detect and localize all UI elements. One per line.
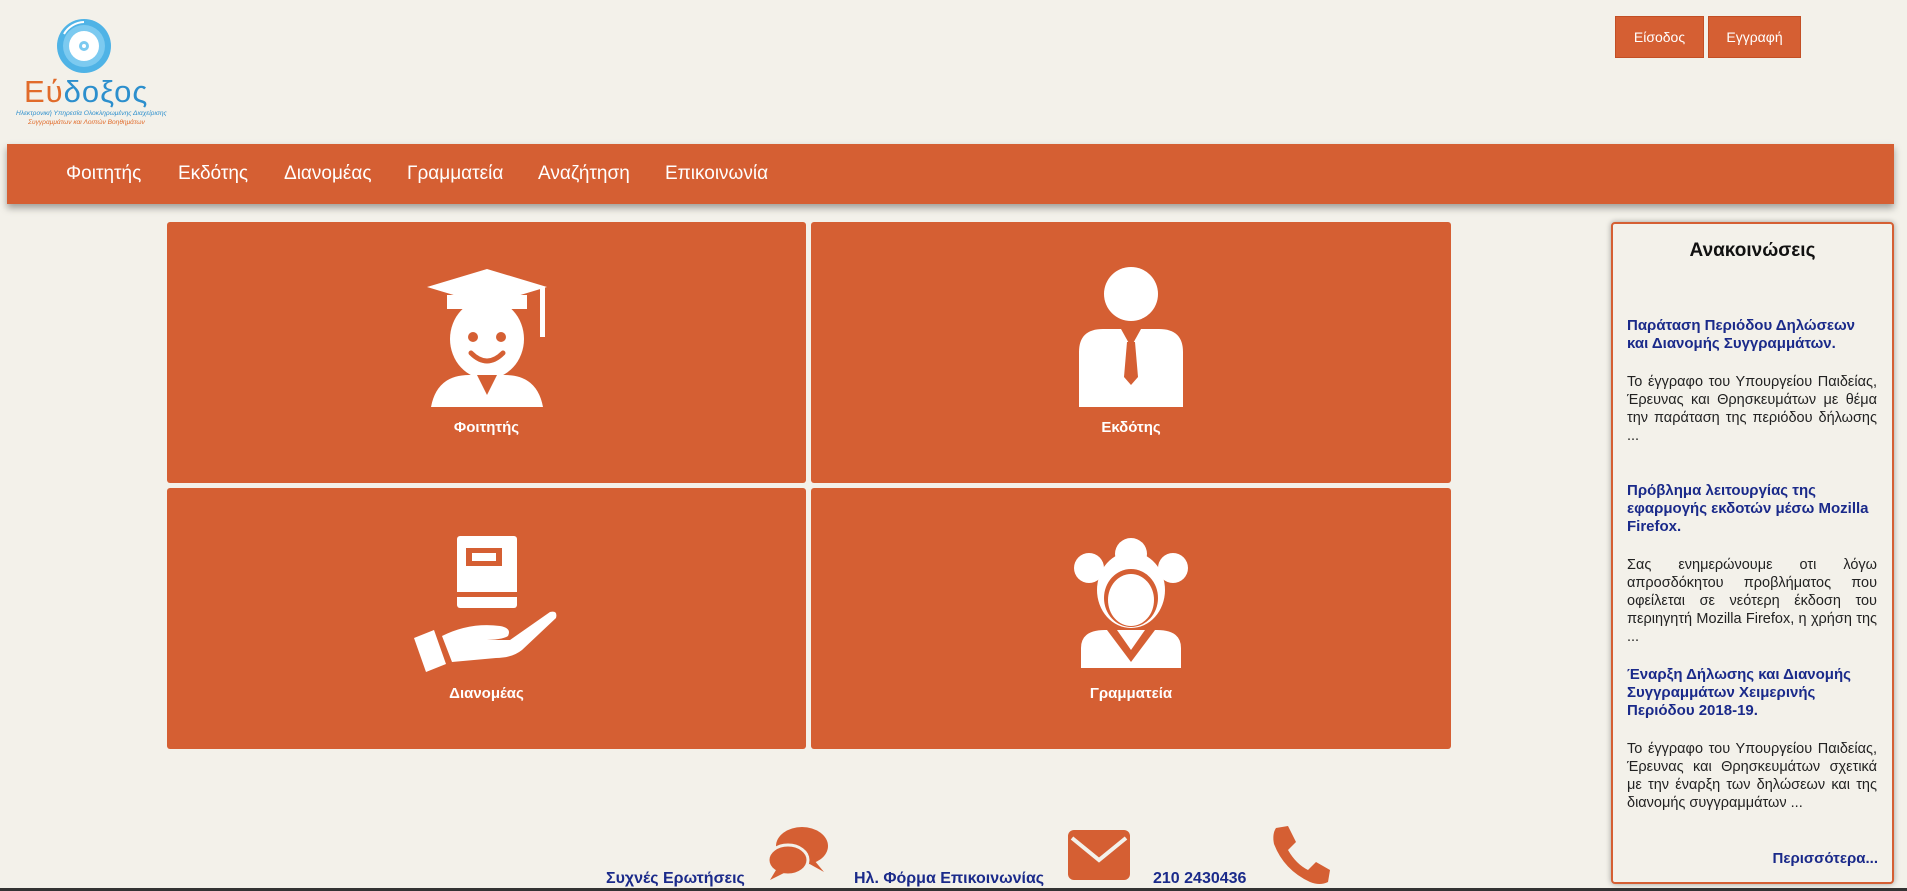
- tile-label: Διανομέας: [449, 685, 524, 702]
- announcements-panel: Ανακοινώσεις Παράταση Περιόδου Δηλώσεων …: [1611, 222, 1894, 884]
- login-button[interactable]: Είσοδος: [1615, 16, 1704, 58]
- announcement-body: Το έγγραφο του Υπουργείου Παιδείας, Έρευ…: [1627, 374, 1877, 444]
- phone-icon[interactable]: [1270, 824, 1332, 886]
- tile-label: Γραμματεία: [1089, 685, 1173, 702]
- more-announcements-link[interactable]: Περισσότερα...: [1773, 850, 1878, 867]
- tile-distributor[interactable]: Διανομέας: [167, 488, 806, 749]
- tile-publisher[interactable]: Εκδότης: [811, 222, 1451, 483]
- student-icon: [427, 269, 547, 407]
- nav-item-contact[interactable]: Επικοινωνία: [665, 144, 768, 204]
- chat-bubbles-icon[interactable]: [764, 826, 830, 882]
- nav-item-search[interactable]: Αναζήτηση: [538, 144, 630, 204]
- nav-item-secretariat[interactable]: Γραμματεία: [407, 144, 503, 204]
- secretariat-icon: [1074, 538, 1188, 668]
- announcement-headline[interactable]: Έναρξη Δήλωσης και Διανομής Συγγραμμάτων…: [1627, 666, 1877, 720]
- tile-student[interactable]: Φοιτητής: [167, 222, 806, 483]
- faq-link[interactable]: Συχνές Ερωτήσεις: [606, 870, 745, 888]
- contact-form-link[interactable]: Ηλ. Φόρμα Επικοινωνίας: [854, 870, 1044, 888]
- tile-secretariat[interactable]: Γραμματεία: [811, 488, 1451, 749]
- tile-label: Φοιτητής: [453, 419, 520, 436]
- announcement-headline[interactable]: Παράταση Περιόδου Δηλώσεων και Διανομής …: [1627, 317, 1877, 353]
- tile-label: Εκδότης: [1101, 419, 1161, 436]
- nav-item-student[interactable]: Φοιτητής: [66, 144, 141, 204]
- envelope-icon[interactable]: [1068, 830, 1130, 880]
- nav-item-distributor[interactable]: Διανομέας: [284, 144, 372, 204]
- logo-disc-icon: [57, 19, 111, 73]
- register-button[interactable]: Εγγραφή: [1708, 16, 1801, 58]
- logo-subtitle: Ηλεκτρονική Υπηρεσία Ολοκληρωμένης Διαχε…: [16, 110, 167, 117]
- logo-subtitle-2: Συγγραμμάτων και Λοιπών Βοηθημάτων: [28, 119, 145, 126]
- announcement-headline[interactable]: Πρόβλημα λειτουργίας της εφαρμογής εκδοτ…: [1627, 482, 1877, 536]
- announcement-body: Σας ενημερώνουμε οτι λόγω απροσδόκητου π…: [1627, 557, 1877, 645]
- eudoxus-logo[interactable]: Εύδοξος Ηλεκτρονική Υπηρεσία Ολοκληρωμέν…: [14, 16, 167, 131]
- logo-wordmark: Εύδοξος: [24, 74, 149, 109]
- main-nav: Φοιτητής Εκδότης Διανομέας Γραμματεία Αν…: [7, 144, 1894, 204]
- publisher-icon: [1079, 267, 1183, 407]
- nav-item-publisher[interactable]: Εκδότης: [178, 144, 248, 204]
- announcements-title: Ανακοινώσεις: [1689, 240, 1816, 261]
- phone-number[interactable]: 210 2430436: [1153, 870, 1246, 888]
- announcement-body: Το έγγραφο του Υπουργείου Παιδείας, Έρευ…: [1627, 741, 1877, 811]
- distributor-icon: [414, 536, 557, 672]
